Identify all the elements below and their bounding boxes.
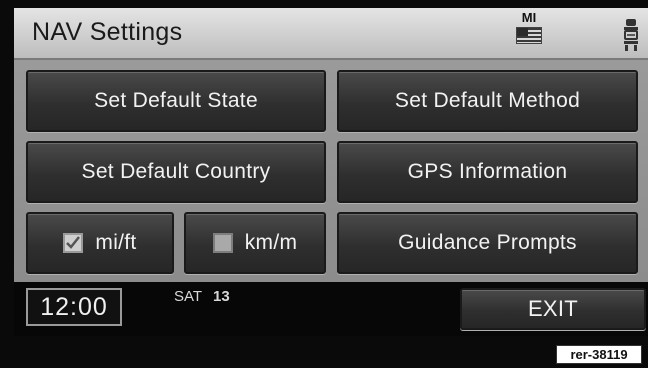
- settings-panel: Set Default State Set Default Method Set…: [14, 60, 648, 282]
- checkbox-unchecked-icon: [212, 233, 233, 253]
- exit-label: EXIT: [527, 296, 579, 321]
- gps-information-label: GPS Information: [407, 160, 568, 183]
- seat-icon: [624, 19, 638, 51]
- header-bar: NAV Settings MI: [14, 8, 648, 60]
- gps-information-button[interactable]: GPS Information: [337, 141, 638, 203]
- km-m-label: km/m: [244, 231, 298, 254]
- flag-icon: [516, 27, 542, 44]
- date-label: 13: [213, 288, 230, 305]
- page-title: NAV Settings: [32, 18, 183, 46]
- checkbox-checked-icon: [63, 233, 84, 253]
- nav-settings-screen: NAV Settings MI Set Default State Set De…: [0, 0, 648, 368]
- set-default-method-button[interactable]: Set Default Method: [337, 70, 638, 132]
- state-code: MI: [521, 10, 537, 25]
- day-label: SAT: [174, 288, 203, 305]
- guidance-prompts-button[interactable]: Guidance Prompts: [337, 212, 638, 274]
- reference-code: rer-38119: [556, 345, 642, 364]
- set-default-country-label: Set Default Country: [81, 160, 271, 183]
- clock-display[interactable]: 12:00: [26, 288, 122, 326]
- set-default-state-label: Set Default State: [94, 89, 258, 112]
- guidance-prompts-label: Guidance Prompts: [398, 231, 577, 254]
- set-default-state-button[interactable]: Set Default State: [26, 70, 326, 132]
- mi-ft-toggle[interactable]: mi/ft: [26, 212, 174, 274]
- set-default-method-label: Set Default Method: [394, 89, 581, 112]
- mi-ft-label: mi/ft: [95, 231, 137, 254]
- footer-bar: 12:00 SAT 13 EXIT: [14, 282, 648, 336]
- state-indicator: MI: [516, 11, 542, 44]
- km-m-toggle[interactable]: km/m: [184, 212, 326, 274]
- set-default-country-button[interactable]: Set Default Country: [26, 141, 326, 203]
- exit-button[interactable]: EXIT: [460, 288, 646, 330]
